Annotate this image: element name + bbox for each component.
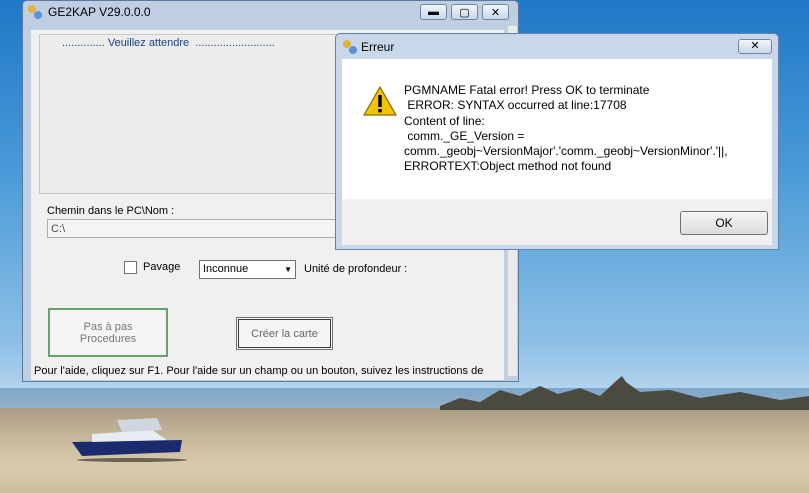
pavage-label: Pavage bbox=[143, 261, 181, 273]
warning-icon bbox=[363, 86, 397, 116]
app-icon bbox=[343, 40, 357, 54]
step-by-step-button[interactable]: Pas à pas Procedures bbox=[48, 308, 168, 357]
wallpaper-boat bbox=[72, 418, 187, 462]
close-button[interactable]: ✕ bbox=[482, 4, 509, 20]
depth-unit-select[interactable]: Inconnue ▼ bbox=[199, 260, 296, 279]
create-map-button[interactable]: Créer la carte bbox=[236, 317, 333, 350]
main-titlebar[interactable]: GE2KAP V29.0.0.0 ▬ ▢ ✕ bbox=[23, 1, 518, 23]
error-dialog-title: Erreur bbox=[361, 40, 395, 54]
main-window-title: GE2KAP V29.0.0.0 bbox=[48, 5, 151, 19]
path-input[interactable] bbox=[47, 219, 347, 238]
step-by-step-label-1: Pas à pas bbox=[83, 320, 133, 333]
app-icon bbox=[28, 5, 42, 19]
help-text: Pour l'aide, cliquez sur F1. Pour l'aide… bbox=[34, 365, 484, 377]
chevron-down-icon: ▼ bbox=[284, 265, 292, 274]
minimize-button[interactable]: ▬ bbox=[420, 4, 447, 20]
error-close-button[interactable]: ✕ bbox=[738, 39, 772, 54]
error-message-area: PGMNAME Fatal error! Press OK to termina… bbox=[342, 59, 772, 199]
depth-unit-selected: Inconnue bbox=[203, 263, 249, 275]
wait-message: .............. Veuillez attendre .......… bbox=[62, 37, 275, 49]
step-by-step-label-2: Procedures bbox=[79, 332, 137, 345]
depth-unit-label: Unité de profondeur : bbox=[304, 263, 408, 275]
error-dialog: Erreur ✕ PGMNAME Fatal error! Press OK t… bbox=[335, 33, 779, 250]
maximize-button[interactable]: ▢ bbox=[451, 4, 478, 20]
error-dialog-footer: OK bbox=[342, 199, 772, 245]
ok-button[interactable]: OK bbox=[680, 211, 768, 235]
error-message: PGMNAME Fatal error! Press OK to termina… bbox=[404, 83, 728, 174]
pavage-checkbox[interactable] bbox=[124, 261, 137, 274]
path-label: Chemin dans le PC\Nom : bbox=[47, 205, 175, 217]
